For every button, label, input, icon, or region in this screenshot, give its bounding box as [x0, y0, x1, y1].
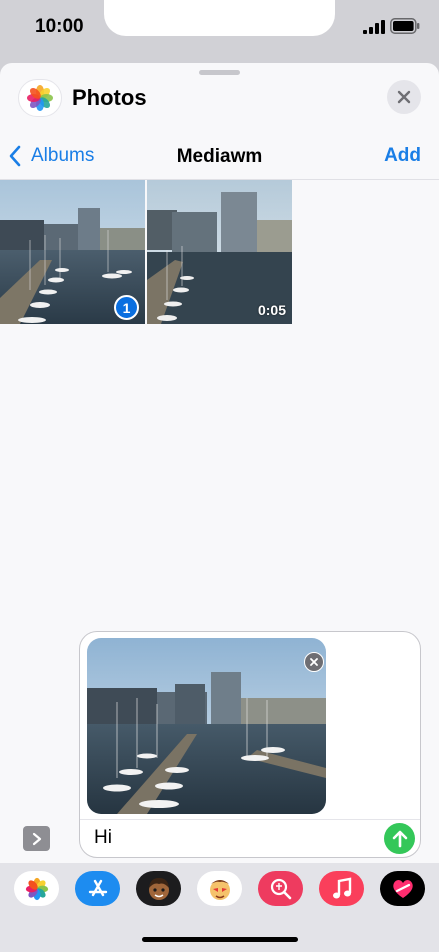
drawer-memoji[interactable] [136, 871, 181, 906]
composer-divider [80, 819, 420, 820]
drawer-app-store[interactable] [75, 871, 120, 906]
chevron-right-icon [32, 832, 41, 845]
photo-attachment[interactable] [87, 638, 326, 814]
video-thumbnail[interactable]: 0:05 [147, 180, 292, 324]
send-button[interactable] [384, 823, 415, 854]
signal-icon [363, 20, 385, 34]
drawer-photos-app[interactable] [14, 871, 59, 906]
drawer-digital-touch[interactable] [380, 871, 425, 906]
device-screen: 10:00 Photos Albums Mediawm Add 1 0:05 H… [0, 0, 439, 952]
drawer-music[interactable] [319, 871, 364, 906]
memoji-icon [148, 877, 169, 900]
expand-apps-button[interactable] [23, 826, 50, 851]
message-input[interactable]: Hi [94, 827, 112, 849]
status-time: 10:00 [35, 16, 84, 37]
remove-attachment-button[interactable] [304, 652, 324, 672]
message-composer[interactable]: Hi [79, 631, 421, 858]
arrow-up-icon [392, 830, 407, 847]
status-bar: 10:00 [0, 0, 439, 62]
photo-thumbnail[interactable]: 1 [0, 180, 145, 324]
sheet-grabber[interactable] [199, 70, 240, 75]
album-title: Mediawm [176, 146, 263, 167]
drawer-animoji[interactable] [197, 871, 242, 906]
notch [104, 0, 335, 36]
close-button[interactable] [387, 80, 421, 114]
drawer-image-search[interactable] [258, 871, 303, 906]
photos-icon [27, 85, 53, 111]
close-icon [397, 90, 411, 104]
video-duration: 0:05 [257, 302, 286, 318]
imessage-app-drawer [0, 863, 439, 952]
photos-app-icon [25, 877, 48, 900]
sheet-header: Photos [0, 77, 439, 119]
image-search-icon [270, 878, 291, 899]
add-button[interactable]: Add [384, 145, 421, 167]
photos-app-badge [18, 79, 62, 117]
battery-icon [390, 18, 420, 34]
selection-badge: 1 [114, 295, 139, 320]
music-icon [332, 877, 351, 898]
animoji-icon [209, 879, 230, 900]
home-indicator[interactable] [142, 937, 298, 942]
sheet-title: Photos [72, 85, 147, 110]
app-store-icon [88, 879, 107, 896]
album-nav-bar: Albums Mediawm Add [0, 136, 439, 180]
attached-harbor-photo [87, 638, 326, 814]
digital-touch-icon [392, 879, 413, 898]
close-icon [310, 658, 318, 666]
